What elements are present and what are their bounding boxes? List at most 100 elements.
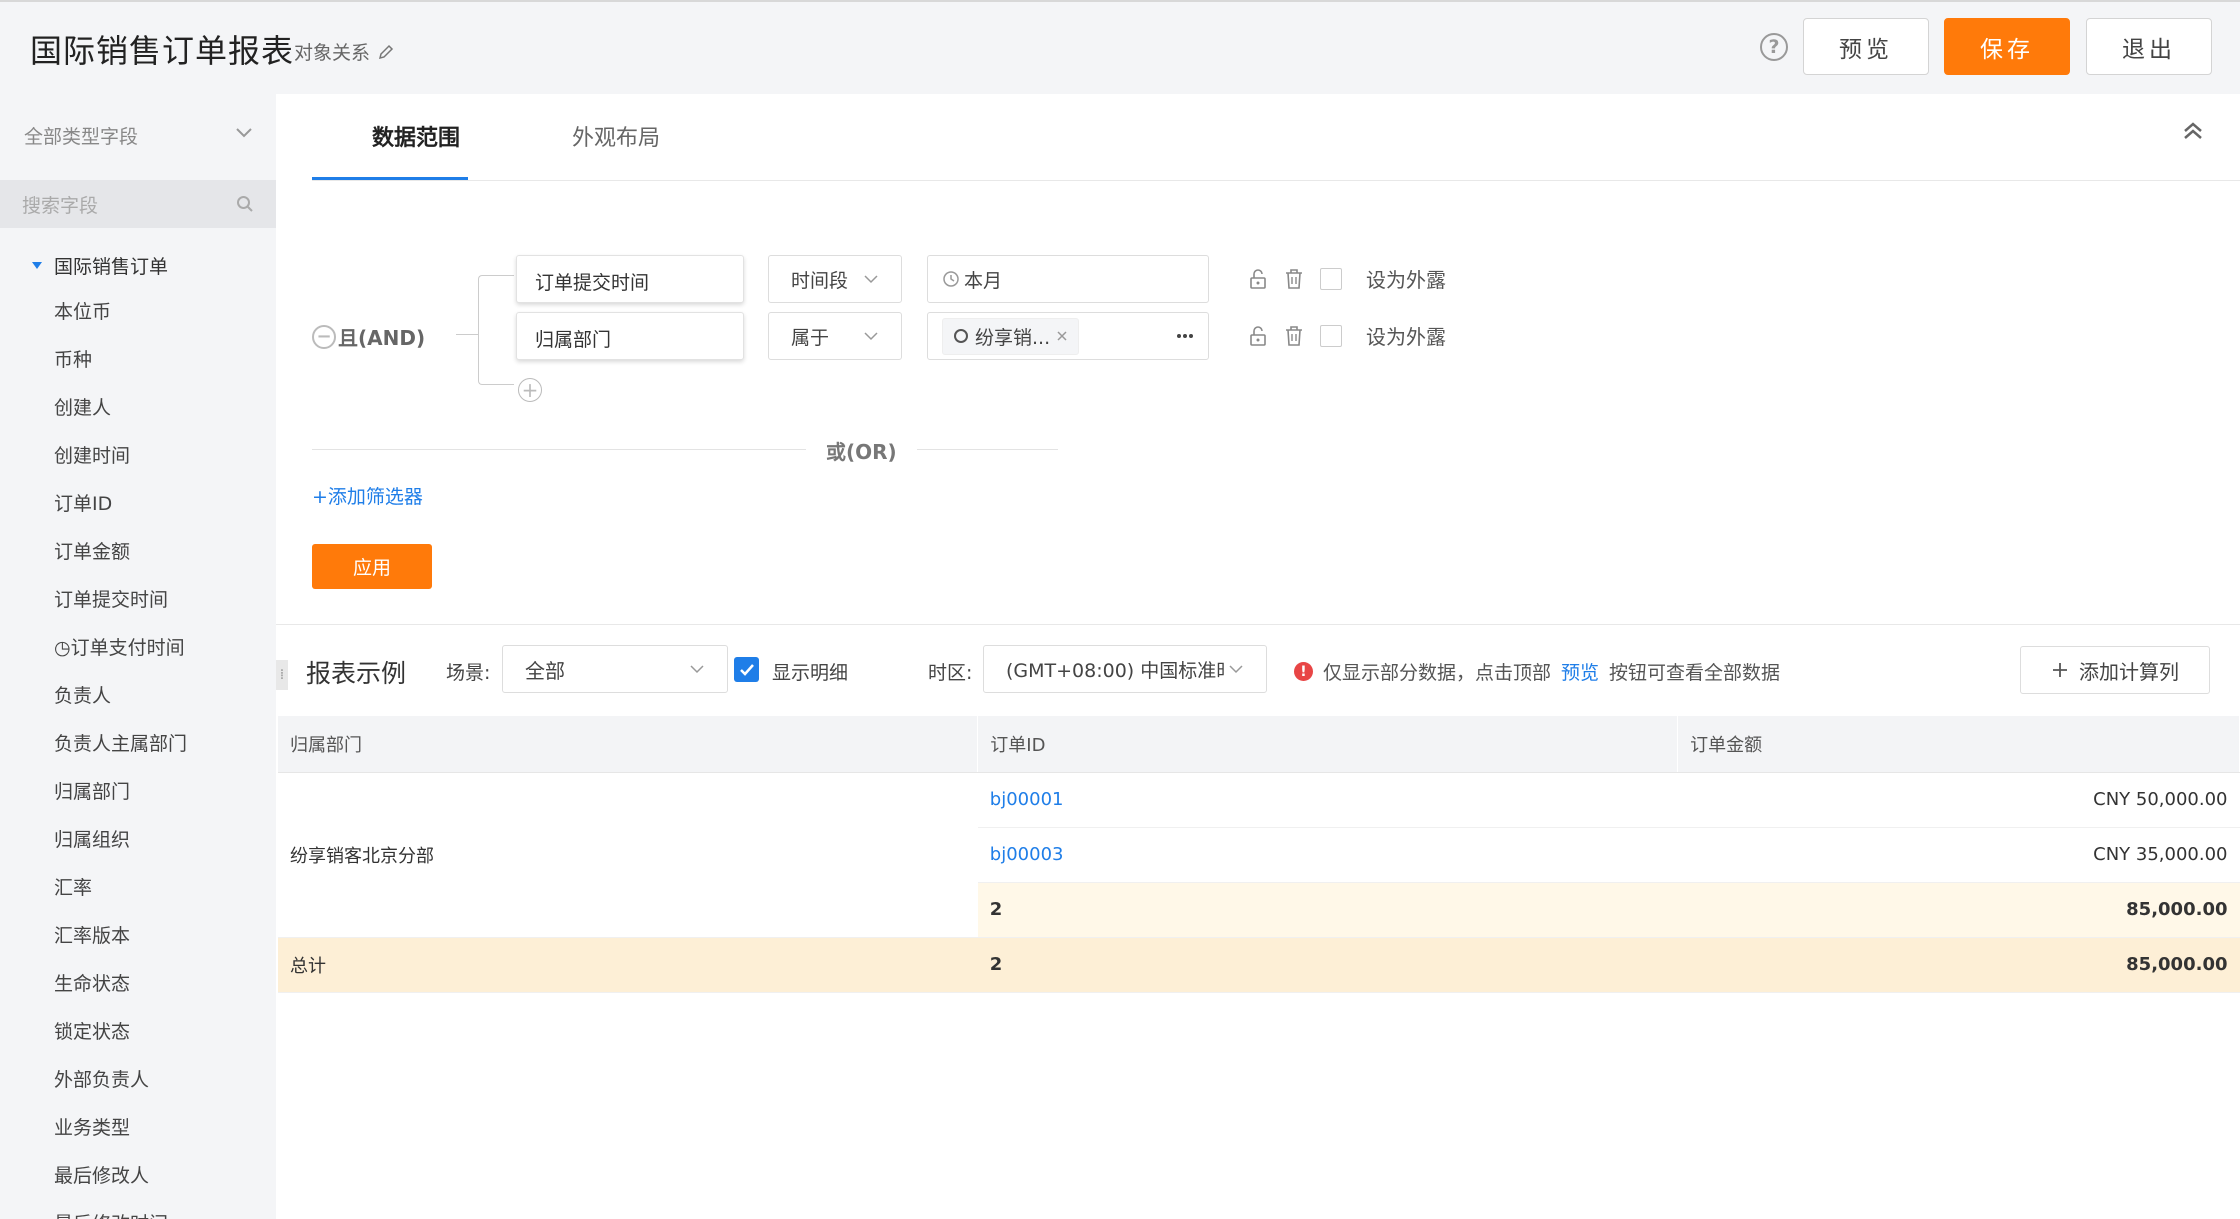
filter-row-actions: 设为外露 [1248,264,1446,293]
scene-select-value: 全部 [525,658,565,683]
column-header-department[interactable]: 归属部门 [278,716,979,773]
filter-operator-value: 时间段 [791,269,849,292]
tab-divider [312,180,2240,181]
report-title: 报表示例 [306,659,407,688]
field-item[interactable]: 汇率版本 [54,921,187,969]
field-item[interactable]: 负责人 [54,681,187,729]
order-id-link[interactable]: bj00001 [977,772,1678,828]
minus-circle-icon[interactable]: − [312,324,336,349]
field-search-input[interactable]: 搜索字段 [0,180,276,228]
trash-icon[interactable] [1284,325,1304,347]
filter-value-text: 本月 [964,269,1003,292]
order-amount-cell: CNY 35,000.00 [1677,827,2240,883]
filter-operator-select[interactable]: 属于 [768,312,902,360]
object-relation-link[interactable]: 对象关系 [294,38,394,65]
partial-data-notice: ! 仅显示部分数据，点击顶部 预览 按钮可查看全部数据 [1294,658,1780,685]
search-icon[interactable] [236,195,254,213]
and-group-toggle[interactable]: − 且(AND) [312,322,425,351]
scene-select[interactable]: 全部 [502,645,728,693]
checkmark-icon [739,663,754,676]
close-icon[interactable] [1056,330,1068,342]
plus-icon [2053,663,2067,677]
field-item[interactable]: 创建人 [54,393,187,441]
filter-value-input[interactable]: 本月 [927,255,1209,303]
filter-operator-select[interactable]: 时间段 [768,255,902,303]
field-item[interactable]: 币种 [54,345,187,393]
field-item[interactable]: 外部负责人 [54,1065,187,1113]
field-item[interactable]: 归属部门 [54,777,187,825]
or-divider-line [312,449,1058,450]
field-type-select-value: 全部类型字段 [24,126,139,148]
caret-down-icon[interactable] [32,261,42,270]
tab-data-range[interactable]: 数据范围 [372,120,460,152]
trash-icon[interactable] [1284,268,1304,290]
unlock-icon[interactable] [1248,268,1268,290]
exit-button[interactable]: 退出 [2086,18,2212,75]
timezone-select-value: (GMT+08:00) 中国标准时间 [1006,659,1224,682]
bracket-line [478,275,514,385]
expose-checkbox[interactable] [1320,267,1342,290]
tab-appearance[interactable]: 外观布局 [572,120,660,152]
field-list: 本位币 币种 创建人 创建时间 订单ID 订单金额 订单提交时间 ◷订单支付时间… [54,297,187,1219]
total-count-cell: 2 [977,937,1678,993]
field-item[interactable]: 归属组织 [54,825,187,873]
field-search-placeholder: 搜索字段 [22,194,99,217]
total-amount-cell: 85,000.00 [1677,937,2240,993]
field-item[interactable]: 创建时间 [54,441,187,489]
add-condition-icon[interactable]: + [518,378,542,402]
field-item[interactable]: 订单ID [54,489,187,537]
collapse-up-icon[interactable] [2182,120,2204,142]
warning-icon: ! [1294,662,1313,681]
apply-button[interactable]: 应用 [312,544,432,589]
table-row: 纷享销客北京分部 bj00001 CNY 50,000.00 [278,772,2240,938]
drag-handle[interactable]: ⁞ [276,660,288,690]
add-calculated-column-label: 添加计算列 [2079,659,2179,684]
clock-icon [943,271,959,287]
filter-row-actions: 设为外露 [1248,321,1446,350]
and-label: 且(AND) [338,326,426,350]
tab-bar: 数据范围 外观布局 [276,94,2240,181]
help-icon[interactable]: ? [1760,33,1788,61]
notice-text-before: 仅显示部分数据，点击顶部 [1323,662,1552,684]
column-header-order-id[interactable]: 订单ID [977,716,1679,773]
table-header-row: 归属部门 订单ID 订单金额 [278,716,2240,773]
add-calculated-column-button[interactable]: 添加计算列 [2020,646,2210,694]
expose-label: 设为外露 [1366,325,1446,349]
filter-field-select[interactable]: 归属部门 [516,312,744,360]
notice-preview-link[interactable]: 预览 [1561,658,1599,685]
expose-checkbox[interactable] [1320,324,1342,347]
preview-button[interactable]: 预览 [1803,18,1929,75]
filter-value-input[interactable]: 纷享销... [927,312,1209,360]
field-item[interactable]: 汇率 [54,873,187,921]
filter-field-select[interactable]: 订单提交时间 [516,255,744,303]
chevron-down-icon [690,665,704,674]
total-label-cell: 总计 [278,937,978,993]
tree-root-item[interactable]: 国际销售订单 [32,252,168,279]
order-id-link[interactable]: bj00003 [977,827,1678,883]
department-circle-icon [954,329,968,343]
tree-root-label: 国际销售订单 [54,256,169,278]
show-detail-checkbox[interactable] [734,657,759,682]
field-type-select[interactable]: 全部类型字段 [24,122,254,149]
field-item[interactable]: 生命状态 [54,969,187,1017]
save-button[interactable]: 保存 [1944,18,2070,75]
field-item[interactable]: 本位币 [54,297,187,345]
column-header-order-amount[interactable]: 订单金额 [1677,716,2240,773]
unlock-icon[interactable] [1248,325,1268,347]
field-item[interactable]: 锁定状态 [54,1017,187,1065]
timezone-select[interactable]: (GMT+08:00) 中国标准时间 [983,645,1267,693]
more-icon[interactable] [1176,333,1194,339]
field-item[interactable]: 业务类型 [54,1113,187,1161]
field-item[interactable]: 订单金额 [54,537,187,585]
field-item[interactable]: ◷订单支付时间 [54,633,187,681]
add-filter-link[interactable]: +添加筛选器 [312,482,423,509]
bracket-connector [456,334,478,335]
timezone-label: 时区: [928,662,973,684]
header-bar: 国际销售订单报表 对象关系 ? 预览 保存 退出 [0,0,2240,94]
field-item[interactable]: 负责人主属部门 [54,729,187,777]
field-sidebar: 全部类型字段 搜索字段 国际销售订单 本位币 币种 创建人 创建时间 订单ID … [0,94,276,1219]
field-item[interactable]: 最后修改人 [54,1161,187,1209]
field-item[interactable]: 订单提交时间 [54,585,187,633]
field-item[interactable]: 最后修改时间 [54,1209,187,1219]
chevron-down-icon [864,332,878,341]
